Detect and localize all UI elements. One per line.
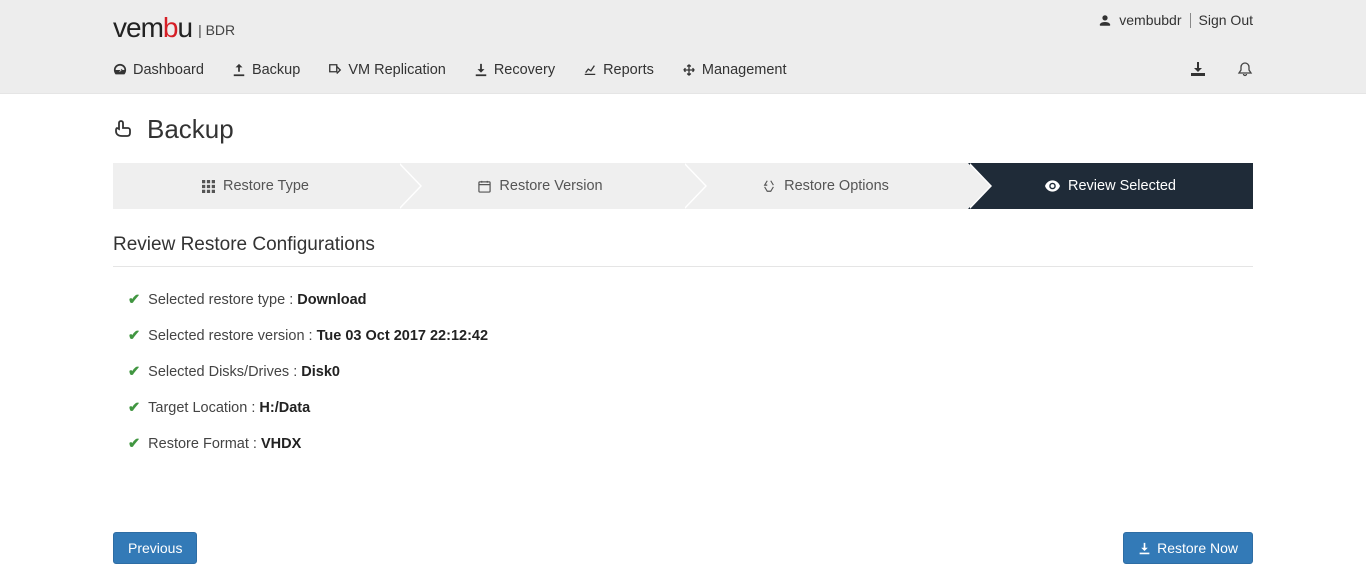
nav-label: Reports <box>603 62 654 78</box>
wizard-steps: Restore Type Restore Version Restore Opt… <box>113 163 1253 209</box>
nav-label: VM Replication <box>348 62 446 78</box>
share-icon <box>328 63 342 77</box>
logo-suffix: | BDR <box>198 22 235 38</box>
nav-reports[interactable]: Reports <box>583 62 654 78</box>
check-icon: ✔ <box>128 292 140 308</box>
config-target-location: ✔ Target Location : H:/Data <box>128 400 1253 416</box>
config-label: Restore Format : <box>148 436 261 452</box>
check-icon: ✔ <box>128 436 140 452</box>
page-title: Backup <box>147 114 234 145</box>
move-icon <box>682 63 696 77</box>
upload-icon <box>232 63 246 77</box>
username[interactable]: vembubdr <box>1119 12 1181 28</box>
nav-backup[interactable]: Backup <box>232 62 300 78</box>
config-label: Selected restore type : <box>148 292 297 308</box>
config-disks: ✔ Selected Disks/Drives : Disk0 <box>128 364 1253 380</box>
config-list: ✔ Selected restore type : Download ✔ Sel… <box>113 292 1253 452</box>
nav-label: Backup <box>252 62 300 78</box>
nav-label: Dashboard <box>133 62 204 78</box>
nav-label: Recovery <box>494 62 555 78</box>
config-restore-format: ✔ Restore Format : VHDX <box>128 436 1253 452</box>
section-title: Review Restore Configurations <box>113 234 1253 256</box>
signout-link[interactable]: Sign Out <box>1199 12 1253 28</box>
separator <box>1190 13 1191 28</box>
button-label: Restore Now <box>1157 540 1238 556</box>
wizard-step-review-selected[interactable]: Review Selected <box>968 163 1253 209</box>
nav-management[interactable]: Management <box>682 62 787 78</box>
nav-vm-replication[interactable]: VM Replication <box>328 62 446 78</box>
logo: vembu | BDR <box>113 12 235 44</box>
hand-point-icon <box>113 118 137 142</box>
wizard-step-label: Restore Version <box>499 178 602 194</box>
config-value: Download <box>297 292 366 308</box>
nav-dashboard[interactable]: Dashboard <box>113 62 204 78</box>
eye-icon <box>1045 180 1060 192</box>
nav-recovery[interactable]: Recovery <box>474 62 555 78</box>
check-icon: ✔ <box>128 364 140 380</box>
calendar-icon <box>478 180 491 193</box>
config-label: Selected restore version : <box>148 328 316 344</box>
user-icon <box>1099 14 1111 27</box>
restore-now-button[interactable]: Restore Now <box>1123 532 1253 564</box>
config-value: Tue 03 Oct 2017 22:12:42 <box>317 328 488 344</box>
config-restore-version: ✔ Selected restore version : Tue 03 Oct … <box>128 328 1253 344</box>
config-value: Disk0 <box>301 364 340 380</box>
wizard-step-restore-version[interactable]: Restore Version <box>398 163 683 209</box>
config-value: H:/Data <box>259 400 310 416</box>
config-restore-type: ✔ Selected restore type : Download <box>128 292 1253 308</box>
grid-icon <box>202 180 215 193</box>
config-label: Selected Disks/Drives : <box>148 364 301 380</box>
download-icon <box>474 63 488 77</box>
bell-icon[interactable] <box>1237 61 1253 77</box>
previous-button[interactable]: Previous <box>113 532 197 564</box>
wizard-step-restore-options[interactable]: Restore Options <box>683 163 968 209</box>
logo-text: vembu <box>113 12 192 44</box>
recycle-icon <box>762 179 776 193</box>
config-value: VHDX <box>261 436 301 452</box>
chart-icon <box>583 63 597 77</box>
config-label: Target Location : <box>148 400 259 416</box>
download-tray-icon[interactable] <box>1189 61 1207 77</box>
nav-label: Management <box>702 62 787 78</box>
check-icon: ✔ <box>128 400 140 416</box>
wizard-step-restore-type[interactable]: Restore Type <box>113 163 398 209</box>
wizard-step-label: Restore Type <box>223 178 309 194</box>
wizard-step-label: Review Selected <box>1068 178 1176 194</box>
check-icon: ✔ <box>128 328 140 344</box>
download-icon <box>1138 542 1151 555</box>
wizard-step-label: Restore Options <box>784 178 889 194</box>
main-nav: Dashboard Backup VM Replication Recovery… <box>113 44 787 93</box>
dashboard-icon <box>113 63 127 77</box>
